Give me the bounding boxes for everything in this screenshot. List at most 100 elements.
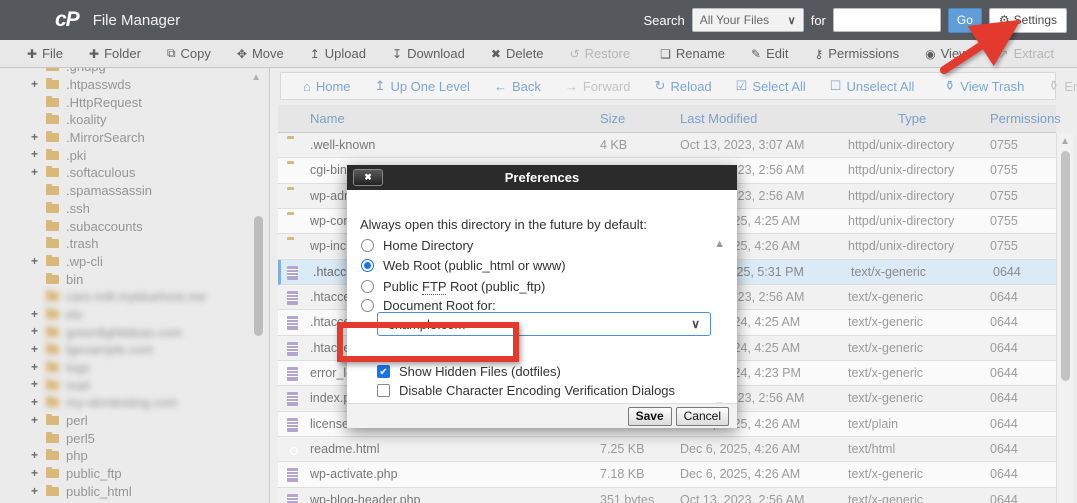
search-input[interactable] (832, 8, 941, 32)
permissions-button[interactable]: ⚷ Permissions (802, 40, 913, 67)
upload-button[interactable]: ↥ Upload (297, 40, 379, 67)
sidebar-item-php[interactable]: + php (0, 447, 269, 465)
checkbox-disable-encoding-dialogs[interactable]: Disable Character Encoding Verification … (377, 383, 675, 398)
checkbox-label: Disable Character Encoding Verification … (399, 383, 676, 398)
sidebar-item-public-ftp[interactable]: + public_ftp (0, 465, 269, 483)
column-header-permissions[interactable]: Permissions (990, 111, 1061, 126)
expand-icon[interactable]: + (31, 130, 38, 144)
scroll-up-icon[interactable]: ▲ (1060, 136, 1070, 147)
main-scrollbar[interactable]: ▲ (1056, 133, 1073, 503)
cell-type: text/x-generic (851, 264, 927, 279)
sidebar-item-softaculous[interactable]: + .softaculous (0, 164, 269, 182)
sidebar-item-spamassassin[interactable]: .spamassassin (0, 182, 269, 200)
expand-icon[interactable]: + (31, 395, 38, 409)
folder-button[interactable]: ✚ Folder (76, 40, 154, 67)
sidebar-item-pki[interactable]: + .pki (0, 146, 269, 164)
sidebar-item-logs[interactable]: + logs (0, 359, 269, 377)
expand-icon[interactable]: + (31, 307, 38, 321)
sidebar-item-trash[interactable]: .trash (0, 235, 269, 253)
radio-icon[interactable] (361, 239, 374, 252)
back-button[interactable]: ← Back (482, 79, 553, 94)
main-scrollbar-thumb[interactable] (1061, 151, 1070, 381)
expand-icon[interactable]: + (31, 77, 38, 91)
sidebar-item-label: .ssh (66, 200, 90, 216)
sidebar-item-public-html[interactable]: + public_html (0, 483, 269, 501)
sidebar-item-wp-cli[interactable]: + .wp-cli (0, 253, 269, 271)
select-all-button[interactable]: ☑ Select All (724, 78, 818, 94)
column-header-size[interactable]: Size (600, 111, 625, 126)
radio-public-ftp-root[interactable]: Public FTP Root (public_ftp) (361, 279, 545, 295)
sidebar-item-label: .subaccounts (66, 218, 143, 234)
move-button[interactable]: ✥ Move (224, 40, 297, 67)
copy-button[interactable]: ⧉ Copy (154, 40, 224, 67)
download-button[interactable]: ↧ Download (379, 40, 478, 67)
home-button[interactable]: ⌂ Home (291, 79, 363, 94)
radio-icon-checked[interactable] (361, 259, 374, 272)
expand-icon[interactable]: + (31, 360, 38, 374)
edit-button[interactable]: ✎ Edit (738, 40, 801, 67)
up-one-level-button[interactable]: ↥ Up One Level (363, 78, 482, 94)
table-row[interactable]: .well-known 4 KB Oct 13, 2023, 3:07 AM http… (278, 133, 1056, 159)
folder-icon (46, 78, 59, 90)
checkbox-icon-checked[interactable]: ✔ (377, 365, 390, 378)
radio-icon[interactable] (361, 299, 374, 312)
sidebar-scrollbar-thumb[interactable] (254, 216, 263, 336)
folder-icon (46, 396, 59, 408)
sidebar-item-label: .gnupg (66, 68, 106, 74)
dialog-scroll-up-icon[interactable]: ▲ (714, 238, 725, 250)
expand-icon[interactable]: + (31, 342, 38, 356)
column-header-last-modified[interactable]: Last Modified (680, 111, 757, 126)
up-icon: ↥ (374, 78, 386, 93)
expand-icon[interactable]: + (31, 466, 38, 480)
sidebar-item-lgexample-com[interactable]: + lgexample.com (0, 341, 269, 359)
sidebar-item-mail[interactable]: + mail (0, 376, 269, 394)
table-row[interactable]: readme.html 7.25 KB Dec 6, 2025, 4:26 AM te… (278, 437, 1056, 463)
radio-home-directory[interactable]: Home Directory (361, 238, 473, 253)
folder-icon (46, 361, 59, 373)
sidebar-scroll-up-icon[interactable]: ▲ (251, 72, 261, 83)
close-icon[interactable]: ✖ (353, 169, 383, 186)
column-header-name[interactable]: Name (310, 111, 345, 126)
table-row[interactable]: wp-blog-header.php 351 bytes Oct 13, 2023,… (278, 487, 1056, 503)
expand-icon[interactable]: + (31, 448, 38, 462)
sidebar-item-httprequest[interactable]: .HttpRequest (0, 93, 269, 111)
sidebar-item-mirrorsearch[interactable]: + .MirrorSearch (0, 129, 269, 147)
unselect-all-button[interactable]: ☐ Unselect All (818, 78, 927, 94)
radio-web-root[interactable]: Web Root (public_html or www) (361, 258, 566, 273)
sidebar-item-subaccounts[interactable]: .subaccounts (0, 217, 269, 235)
radio-icon[interactable] (361, 280, 374, 293)
cell-perm: 0644 (990, 492, 1018, 503)
cell-size: 351 bytes (600, 492, 655, 503)
file-button[interactable]: ✚ File (14, 40, 76, 67)
column-header-type[interactable]: Type (898, 111, 926, 126)
checkbox-show-hidden-files[interactable]: ✔ Show Hidden Files (dotfiles) (377, 364, 561, 379)
expand-icon[interactable]: + (31, 147, 38, 161)
reload-button[interactable]: ↻ Reload (643, 78, 724, 94)
expand-icon[interactable]: + (31, 377, 38, 391)
expand-icon[interactable]: + (31, 484, 38, 498)
expand-icon[interactable]: + (31, 324, 38, 338)
rename-button[interactable]: ❏ Rename (647, 40, 738, 67)
sidebar-item-htpasswds[interactable]: + .htpasswds (0, 76, 269, 94)
sidebar-item-ssh[interactable]: .ssh (0, 200, 269, 218)
radio-document-root[interactable]: Document Root for: (361, 298, 496, 313)
sidebar-item-cars-mill-mybluehost-me[interactable]: cars-mill.mybluehost.me (0, 288, 269, 306)
checkbox-icon[interactable] (377, 384, 390, 397)
sidebar-item-gnupg[interactable]: .gnupg (0, 68, 269, 76)
main-toolbar: ✚ File ✚ Folder ⧉ Copy ✥ Move ↥ Upload ↧ Download ✖ D… (0, 40, 1077, 68)
cancel-button[interactable]: Cancel (675, 406, 729, 426)
sidebar-item-koality[interactable]: .koality (0, 111, 269, 129)
sidebar-item-bin[interactable]: bin (0, 270, 269, 288)
expand-icon[interactable]: + (31, 254, 38, 268)
expand-icon[interactable]: + (31, 413, 38, 427)
save-button[interactable]: Save (627, 406, 672, 426)
sidebar-item-perl5[interactable]: perl5 (0, 429, 269, 447)
sidebar-item-greenlightideas-com[interactable]: + greenlightideas.com (0, 323, 269, 341)
sidebar-item-my-skmtesting-com[interactable]: + my-skmtesting.com (0, 394, 269, 412)
table-row[interactable]: wp-activate.php 7.18 KB Dec 6, 2025, 4:26 … (278, 462, 1056, 488)
sidebar-item-etc[interactable]: + etc (0, 306, 269, 324)
search-scope-select[interactable]: All Your Files ∨ (691, 8, 804, 32)
delete-button[interactable]: ✖ Delete (478, 40, 557, 67)
sidebar-item-perl[interactable]: + perl (0, 412, 269, 430)
expand-icon[interactable]: + (31, 165, 38, 179)
